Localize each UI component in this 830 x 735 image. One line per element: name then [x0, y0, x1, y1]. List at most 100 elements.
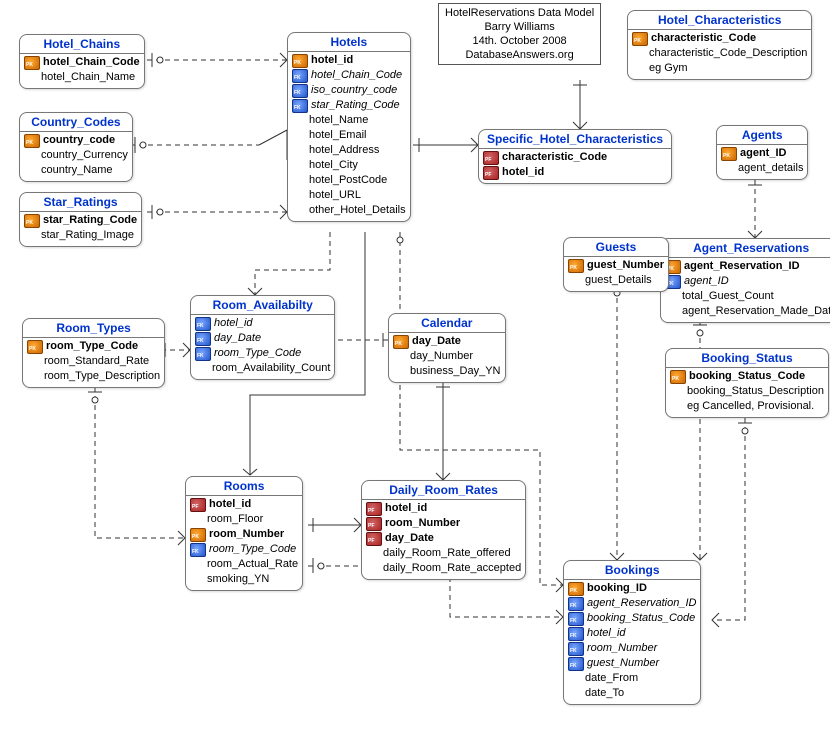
column-label: hotel_Chain_Code	[311, 68, 402, 83]
entity-column: day_Date	[393, 334, 501, 349]
title-line3: 14th. October 2008	[445, 34, 594, 48]
entity-column: room_Type_Code	[190, 542, 298, 557]
entity-hotel-characteristics: Hotel_Characteristicscharacteristic_Code…	[627, 10, 812, 80]
entity-column: hotel_Chain_Name	[24, 70, 140, 85]
entity-column: other_Hotel_Details	[292, 203, 406, 218]
pf-key-icon	[190, 498, 206, 512]
entity-column: room_Number	[366, 516, 521, 531]
entity-column: guest_Number	[568, 656, 696, 671]
entity-column: total_Guest_Count	[665, 289, 830, 304]
column-label: total_Guest_Count	[682, 289, 774, 304]
entity-title: Country_Codes	[20, 113, 132, 132]
entity-star-ratings: Star_Ratingsstar_Rating_Codestar_Rating_…	[19, 192, 142, 247]
entity-title: Agent_Reservations	[661, 239, 830, 258]
entity-column: characteristic_Code	[483, 150, 667, 165]
entity-column: date_To	[568, 686, 696, 701]
column-label: star_Rating_Code	[43, 213, 137, 228]
column-label: hotel_URL	[309, 188, 361, 203]
blank-icon	[292, 205, 306, 217]
blank-icon	[24, 150, 38, 162]
entity-column: day_Date	[195, 331, 330, 346]
pk-key-icon	[568, 582, 584, 596]
column-label: hotel_id	[502, 165, 544, 180]
blank-icon	[366, 548, 380, 560]
pf-key-icon	[366, 517, 382, 531]
column-label: daily_Room_Rate_accepted	[383, 561, 521, 576]
fk-key-icon	[568, 612, 584, 626]
blank-icon	[24, 230, 38, 242]
pk-key-icon	[24, 134, 40, 148]
entity-column: iso_country_code	[292, 83, 406, 98]
entity-column: hotel_Chain_Code	[292, 68, 406, 83]
entity-column: hotel_URL	[292, 188, 406, 203]
entity-column: business_Day_YN	[393, 364, 501, 379]
pk-key-icon	[721, 147, 737, 161]
blank-icon	[568, 275, 582, 287]
blank-icon	[393, 366, 407, 378]
column-label: star_Rating_Image	[41, 228, 134, 243]
column-label: characteristic_Code_Description	[649, 46, 807, 61]
column-label: other_Hotel_Details	[309, 203, 406, 218]
blank-icon	[190, 574, 204, 586]
entity-column: characteristic_Code	[632, 31, 807, 46]
entity-column: hotel_Address	[292, 143, 406, 158]
entity-title: Booking_Status	[666, 349, 828, 368]
column-label: booking_ID	[587, 581, 647, 596]
pf-key-icon	[366, 502, 382, 516]
blank-icon	[292, 130, 306, 142]
blank-icon	[632, 48, 646, 60]
entity-title: Room_Types	[23, 319, 164, 338]
entity-column: booking_Status_Code	[670, 369, 824, 384]
blank-icon	[393, 351, 407, 363]
blank-icon	[670, 401, 684, 413]
entity-column: agent_Reservation_Made_Date	[665, 304, 830, 319]
column-label: star_Rating_Code	[311, 98, 400, 113]
column-label: day_Date	[385, 531, 434, 546]
column-label: agent_Reservation_ID	[684, 259, 800, 274]
column-label: business_Day_YN	[410, 364, 501, 379]
fk-key-icon	[292, 99, 308, 113]
blank-icon	[27, 371, 41, 383]
entity-column: room_Type_Code	[195, 346, 330, 361]
blank-icon	[568, 673, 582, 685]
entity-bookings: Bookingsbooking_IDagent_Reservation_IDbo…	[563, 560, 701, 705]
column-label: room_Actual_Rate	[207, 557, 298, 572]
entity-room-types: Room_Typesroom_Type_Coderoom_Standard_Ra…	[22, 318, 165, 388]
entity-hotels: Hotelshotel_idhotel_Chain_Codeiso_countr…	[287, 32, 411, 222]
entity-column: star_Rating_Image	[24, 228, 137, 243]
column-label: hotel_Chain_Name	[41, 70, 135, 85]
entity-column: day_Date	[366, 531, 521, 546]
entity-title: Hotel_Characteristics	[628, 11, 811, 30]
pk-key-icon	[27, 340, 43, 354]
entity-column: agent_ID	[665, 274, 830, 289]
column-label: hotel_Chain_Code	[43, 55, 140, 70]
pk-key-icon	[292, 54, 308, 68]
blank-icon	[292, 160, 306, 172]
column-label: country_Name	[41, 163, 113, 178]
entity-daily-room-rates: Daily_Room_Rateshotel_idroom_Numberday_D…	[361, 480, 526, 580]
pf-key-icon	[366, 532, 382, 546]
column-label: characteristic_Code	[651, 31, 756, 46]
entity-title: Agents	[717, 126, 807, 145]
column-label: hotel_id	[209, 497, 251, 512]
entity-column: hotel_id	[195, 316, 330, 331]
entity-title: Room_Availabilty	[191, 296, 334, 315]
fk-key-icon	[292, 69, 308, 83]
column-label: iso_country_code	[311, 83, 397, 98]
blank-icon	[665, 291, 679, 303]
column-label: characteristic_Code	[502, 150, 607, 165]
column-label: hotel_id	[214, 316, 253, 331]
entity-column: star_Rating_Code	[24, 213, 137, 228]
column-label: hotel_id	[311, 53, 353, 68]
entity-column: eg Gym	[632, 61, 807, 76]
entity-column: daily_Room_Rate_offered	[366, 546, 521, 561]
column-label: agent_details	[738, 161, 803, 176]
column-label: guest_Number	[587, 258, 664, 273]
blank-icon	[24, 165, 38, 177]
column-label: guest_Number	[587, 656, 659, 671]
column-label: hotel_id	[385, 501, 427, 516]
entity-column: room_Number	[190, 527, 298, 542]
column-label: agent_Reservation_Made_Date	[682, 304, 830, 319]
fk-key-icon	[195, 332, 211, 346]
column-label: hotel_City	[309, 158, 358, 173]
